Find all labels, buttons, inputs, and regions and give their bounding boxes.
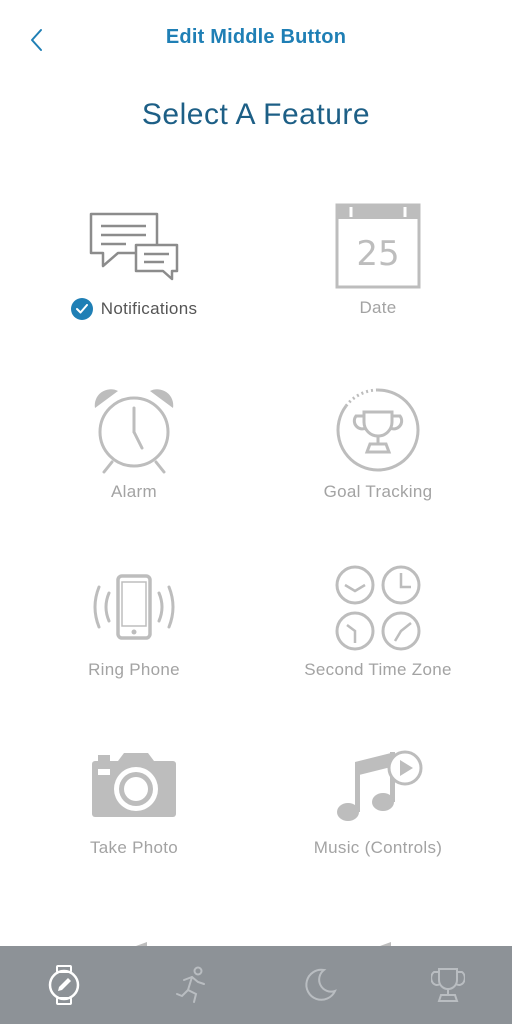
- time-zones-icon: [328, 558, 428, 658]
- feature-second-time-zone[interactable]: Second Time Zone: [250, 538, 506, 708]
- tab-sleep[interactable]: [288, 953, 352, 1017]
- feature-volume-right[interactable]: [250, 894, 506, 946]
- ring-phone-icon: [84, 558, 184, 658]
- feature-label: Second Time Zone: [304, 660, 452, 679]
- feature-notifications[interactable]: Notifications: [6, 176, 262, 346]
- feature-take-photo[interactable]: Take Photo: [6, 716, 262, 886]
- feature-grid: Notifications 25 Date Alarm Goal Trackin…: [0, 170, 512, 946]
- calendar-day: 25: [356, 234, 399, 274]
- tab-activity[interactable]: [160, 953, 224, 1017]
- feature-label: Alarm: [111, 482, 157, 501]
- feature-label: Goal Tracking: [323, 482, 433, 501]
- feature-label: Take Photo: [89, 838, 179, 857]
- header: Edit Middle Button: [0, 0, 512, 80]
- feature-ring-phone[interactable]: Ring Phone: [6, 538, 262, 708]
- runner-icon: [176, 966, 205, 1003]
- volume-icon: [328, 914, 428, 946]
- feature-music-controls[interactable]: Music (Controls): [250, 716, 506, 886]
- feature-date[interactable]: 25 Date: [250, 176, 506, 346]
- section-title: Select A Feature: [141, 98, 371, 131]
- feature-label: Notifications: [100, 299, 198, 318]
- feature-label: Music (Controls): [313, 838, 443, 857]
- feature-volume-left[interactable]: [6, 894, 262, 946]
- camera-icon: [84, 736, 184, 836]
- moon-icon: [305, 968, 337, 1001]
- trophy-icon: [328, 380, 428, 480]
- notifications-icon: [84, 196, 184, 296]
- feature-label: Date: [359, 298, 397, 317]
- music-icon: [328, 736, 428, 836]
- watch-edit-icon: [48, 965, 80, 1005]
- tab-goals[interactable]: [416, 953, 480, 1017]
- page-title: Edit Middle Button: [165, 26, 347, 48]
- calendar-icon: 25: [328, 196, 428, 296]
- feature-label: Ring Phone: [88, 660, 180, 679]
- tab-bar: [0, 946, 512, 1024]
- tab-watch[interactable]: [32, 953, 96, 1017]
- alarm-clock-icon: [84, 380, 184, 480]
- checkmark-icon: [70, 298, 93, 320]
- volume-icon: [84, 914, 184, 946]
- trophy-icon: [431, 968, 465, 1002]
- feature-alarm[interactable]: Alarm: [6, 360, 262, 530]
- feature-goal-tracking[interactable]: Goal Tracking: [250, 360, 506, 530]
